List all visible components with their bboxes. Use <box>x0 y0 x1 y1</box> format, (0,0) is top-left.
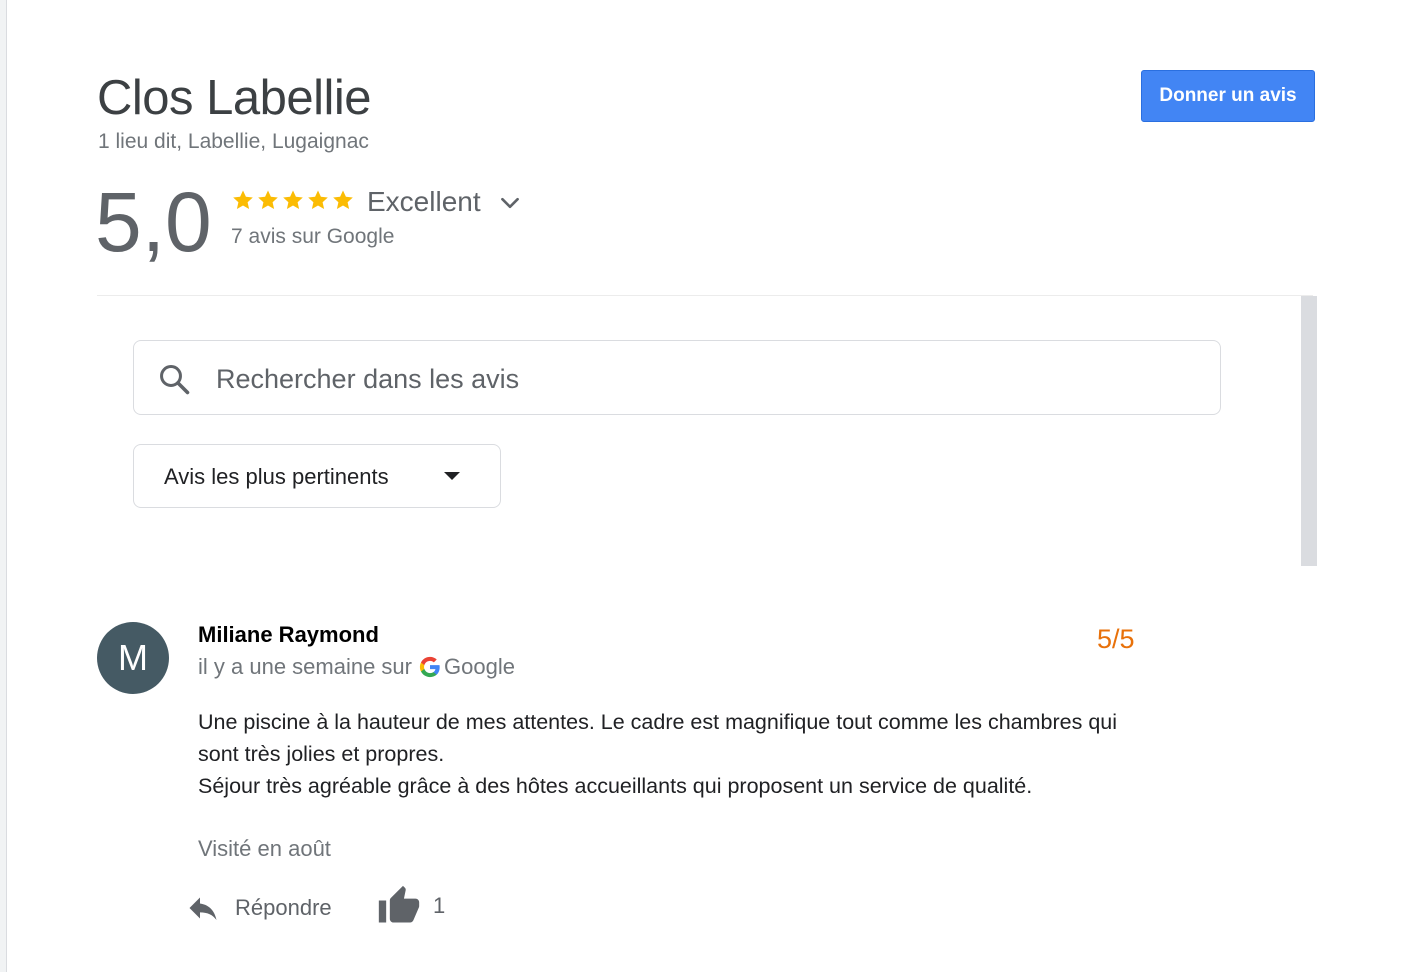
rating-label: Excellent <box>367 186 481 217</box>
reply-label: Répondre <box>235 895 332 920</box>
search-input[interactable] <box>214 351 1198 407</box>
place-address: 1 lieu dit, Labellie, Lugaignac <box>98 130 369 153</box>
rating-stars <box>231 188 356 212</box>
chevron-down-icon[interactable] <box>497 190 523 216</box>
reviews-panel: Clos Labellie 1 lieu dit, Labellie, Luga… <box>6 0 1410 972</box>
reply-button[interactable]: Répondre <box>185 886 332 930</box>
review-time: il y a une semaine sur <box>198 654 412 679</box>
scrollbar[interactable] <box>1301 296 1317 566</box>
thumbs-up-icon <box>378 885 420 923</box>
review-text: Une piscine à la hauteur de mes attentes… <box>198 706 1158 802</box>
visit-date: Visité en août <box>198 836 331 861</box>
review-author[interactable]: Miliane Raymond <box>198 622 379 648</box>
search-icon <box>160 365 190 395</box>
review-text-line: Une piscine à la hauteur de mes attentes… <box>198 710 1118 766</box>
review-meta: il y a une semaine sur Google <box>198 654 515 680</box>
rating-score: 5,0 <box>95 175 212 269</box>
review-text-line: Séjour très agréable grâce à des hôtes a… <box>198 774 1033 798</box>
review-search-box[interactable] <box>133 340 1221 415</box>
star-icon <box>308 190 328 209</box>
review-count: 7 avis sur Google <box>231 225 395 248</box>
header-divider <box>97 295 1313 296</box>
like-count: 1 <box>433 893 446 918</box>
star-icon <box>233 190 253 209</box>
review-source: Google <box>444 654 515 679</box>
google-g-icon <box>419 656 440 678</box>
like-button[interactable]: 1 <box>377 882 445 930</box>
star-icon <box>283 190 303 209</box>
caret-down-icon <box>444 472 460 480</box>
reply-arrow-icon <box>189 897 217 920</box>
sort-dropdown[interactable]: Avis les plus pertinents <box>133 444 501 508</box>
place-name: Clos Labellie <box>97 71 372 125</box>
sort-selected-label: Avis les plus pertinents <box>164 464 389 489</box>
star-icon <box>333 190 353 209</box>
review-score: 5/5 <box>1097 624 1135 654</box>
write-review-button[interactable]: Donner un avis <box>1141 70 1315 122</box>
avatar[interactable]: M <box>97 622 169 694</box>
star-icon <box>258 190 278 209</box>
